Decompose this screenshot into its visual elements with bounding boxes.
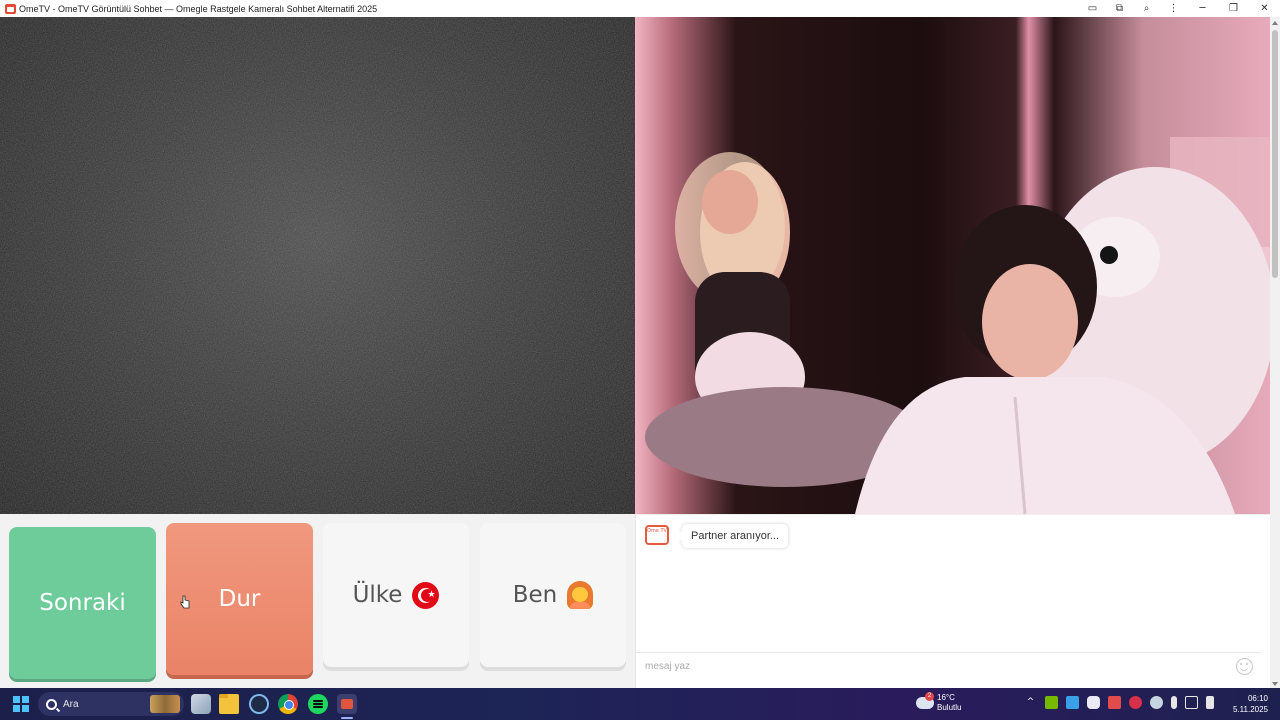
- active-app-indicator: [341, 717, 353, 719]
- windows-start-icon[interactable]: [13, 696, 29, 712]
- screen-cast-icon[interactable]: ▭: [1079, 0, 1106, 17]
- spotify-icon[interactable]: [308, 694, 328, 714]
- tray-chevron-icon[interactable]: ^: [1024, 696, 1037, 709]
- static-noise-texture: [0, 17, 635, 514]
- microphone-icon[interactable]: [1171, 696, 1177, 709]
- scroll-down-icon[interactable]: [1272, 682, 1278, 686]
- restore-button[interactable]: ❐: [1218, 0, 1249, 17]
- weather-temp: 16°C: [937, 693, 955, 702]
- turkey-flag-icon: ★: [412, 581, 440, 609]
- system-tray: ^: [1024, 696, 1222, 709]
- close-button[interactable]: ✕: [1249, 0, 1280, 17]
- search-label: Ara: [63, 698, 79, 710]
- ometv-taskbar-icon[interactable]: [337, 694, 357, 714]
- taskbar-search[interactable]: Ara: [38, 692, 184, 716]
- chrome-icon[interactable]: [278, 694, 298, 714]
- title-bar-controls: ▭ ⧉ ⌕ ⋮ ─ ❐ ✕: [1079, 0, 1280, 17]
- partner-status-message: Partner aranıyor...: [676, 524, 789, 548]
- browser-app-icon[interactable]: [249, 694, 269, 714]
- weather-widget[interactable]: 16°C Bulutlu: [937, 693, 961, 713]
- stranger-video-static: [0, 17, 635, 514]
- weather-badge: 2: [925, 692, 934, 701]
- message-input[interactable]: [636, 652, 1261, 679]
- translate-icon[interactable]: ⧉: [1106, 0, 1133, 17]
- tray-download-icon[interactable]: [1108, 696, 1121, 709]
- hand-cursor-icon: [180, 595, 190, 609]
- stop-button-label: Dur: [218, 586, 261, 612]
- task-view-icon[interactable]: [191, 694, 211, 714]
- steam-icon[interactable]: [1150, 696, 1163, 709]
- network-icon[interactable]: [1185, 696, 1198, 709]
- ometv-favicon-icon: [5, 3, 16, 14]
- country-button[interactable]: Ülke ★: [323, 523, 469, 667]
- woman-icon: [567, 581, 594, 609]
- clock-time: 06:10: [1247, 694, 1268, 703]
- file-explorer-icon[interactable]: [219, 694, 239, 714]
- search-icon: [46, 698, 57, 710]
- own-webcam-video: [635, 17, 1270, 514]
- window-title: OmeTV - OmeTV Görüntülü Sohbet — Omegle …: [19, 3, 378, 14]
- country-button-label: Ülke: [352, 582, 403, 608]
- ometv-logo-text: Ome TV: [647, 528, 667, 534]
- clock-date: 5.11.2025: [1233, 705, 1268, 714]
- zoom-icon[interactable]: ⌕: [1133, 0, 1160, 17]
- emoji-icon[interactable]: [1236, 658, 1253, 675]
- tray-app-icon[interactable]: [1066, 696, 1079, 709]
- speaker-icon[interactable]: [1206, 696, 1214, 709]
- discord-icon[interactable]: [1087, 696, 1100, 709]
- ometv-logo-icon: Ome TV: [645, 525, 669, 545]
- window-title-bar: OmeTV - OmeTV Görüntülü Sohbet — Omegle …: [0, 0, 1280, 17]
- minimize-button[interactable]: ─: [1187, 0, 1218, 17]
- me-button-label: Ben: [512, 582, 558, 608]
- chat-controls-panel: Sonraki Dur Ülke ★ Ben: [0, 514, 635, 688]
- next-button-label: Sonraki: [39, 590, 126, 616]
- chat-panel: Ome TV Partner aranıyor...: [635, 514, 1270, 688]
- partner-status-text: Partner aranıyor...: [691, 530, 780, 542]
- nvidia-icon[interactable]: [1045, 696, 1058, 709]
- windows-taskbar: Ara 2 16°C Bulutlu ^ 06:10 5.11.2025: [0, 688, 1280, 720]
- page-scrollbar[interactable]: [1270, 17, 1280, 688]
- search-highlight-image: [150, 695, 180, 713]
- weather-desc: Bulutlu: [937, 703, 962, 712]
- taskbar-clock[interactable]: 06:10 5.11.2025: [1232, 693, 1268, 715]
- webcam-scene: [645, 137, 1270, 514]
- tray-record-icon[interactable]: [1129, 696, 1142, 709]
- scrollbar-thumb[interactable]: [1272, 30, 1278, 278]
- gender-me-button[interactable]: Ben: [480, 523, 626, 667]
- next-button[interactable]: Sonraki: [9, 527, 156, 679]
- scroll-up-icon[interactable]: [1272, 21, 1278, 25]
- more-menu-icon[interactable]: ⋮: [1160, 0, 1187, 17]
